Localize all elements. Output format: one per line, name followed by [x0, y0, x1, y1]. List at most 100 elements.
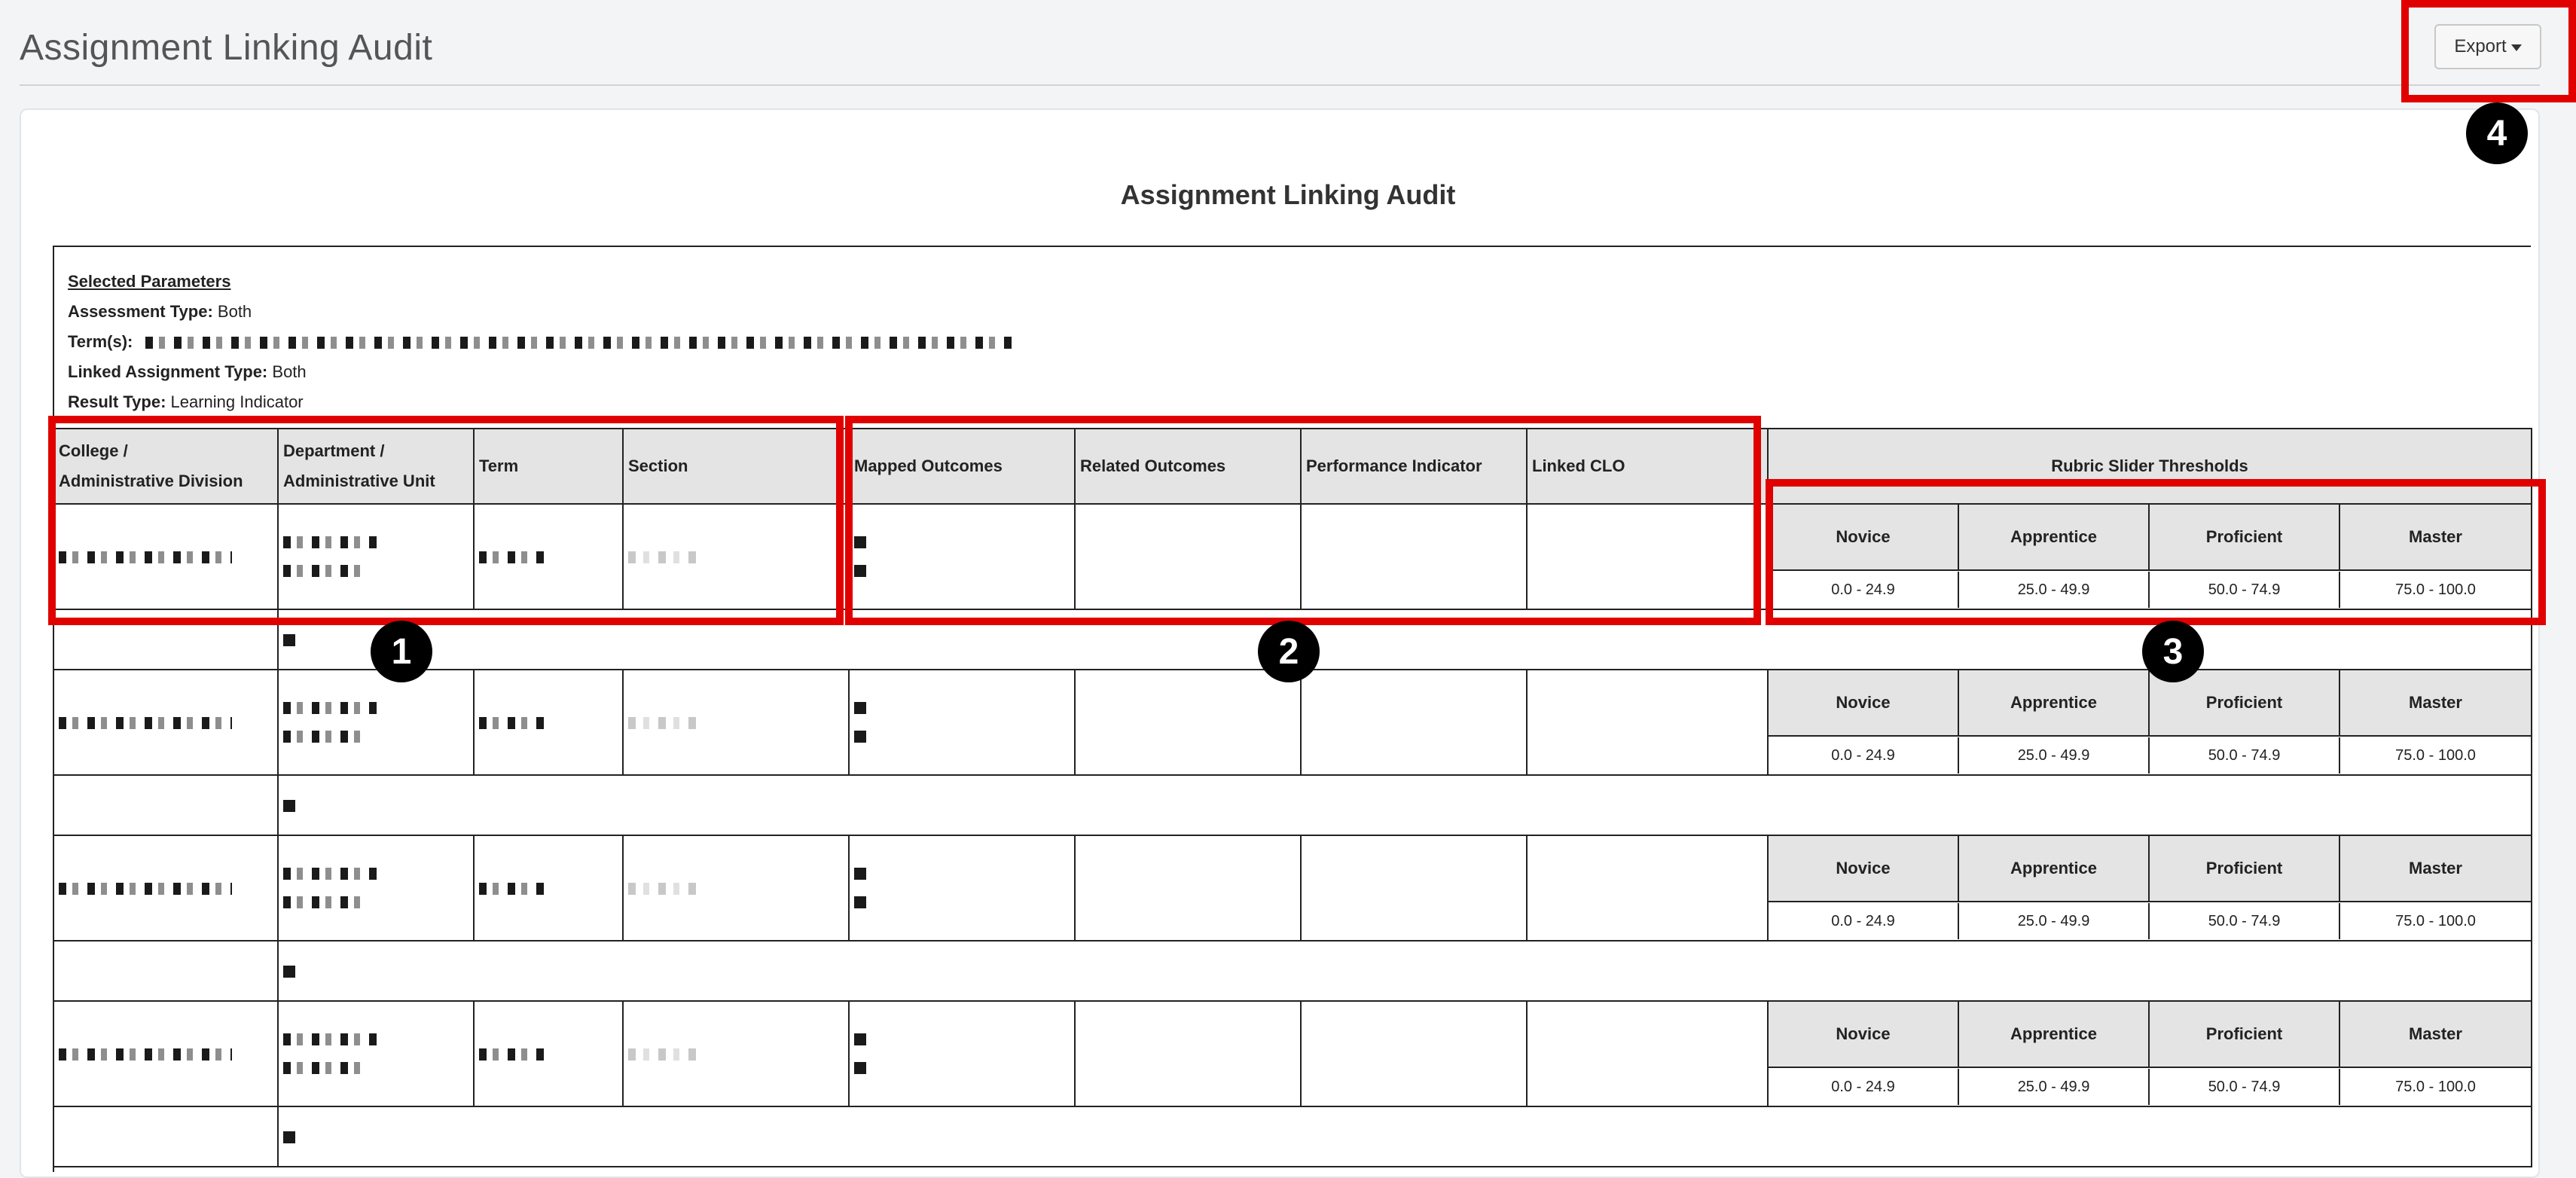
linked-clo-cell [1526, 1000, 1769, 1107]
term-cell [473, 1000, 624, 1107]
linked-assignment-type-label: Linked Assignment Type: [68, 362, 268, 381]
subrow-detail [277, 774, 2532, 836]
related-outcomes-cell [1074, 669, 1302, 776]
selected-parameters: Selected Parameters Assessment Type: Bot… [68, 267, 1012, 417]
department-cell [277, 1000, 475, 1107]
section-cell [622, 503, 850, 610]
table-subrow [53, 940, 2532, 1002]
threshold-range: 0.0 - 24.9 [1769, 903, 1959, 939]
threshold-label: Master [2340, 1002, 2531, 1068]
threshold-range: 0.0 - 24.9 [1769, 572, 1959, 608]
threshold-label: Novice [1769, 1002, 1959, 1068]
page-title: Assignment Linking Audit [20, 28, 433, 68]
table-row: Novice Apprentice Proficient Master 0.0 … [53, 1000, 2532, 1107]
threshold-range: 0.0 - 24.9 [1769, 737, 1959, 774]
threshold-range: 50.0 - 74.9 [2150, 737, 2340, 774]
threshold-label: Apprentice [1959, 505, 2150, 571]
threshold-label: Apprentice [1959, 1002, 2150, 1068]
threshold-range: 75.0 - 100.0 [2395, 1078, 2476, 1095]
caret-down-icon [2510, 44, 2522, 51]
col-college: College / Administrative Division [53, 428, 279, 505]
department-cell [277, 835, 475, 941]
term-cell [473, 503, 624, 610]
threshold-range: 75.0 - 100.0 [2395, 746, 2476, 764]
report-title: Assignment Linking Audit [1120, 179, 1456, 210]
terms-redacted [145, 337, 1012, 349]
subrow-detail [277, 940, 2532, 1002]
section-cell [622, 835, 850, 941]
threshold-label: Apprentice [1959, 670, 2150, 737]
assessment-type-value: Both [217, 302, 252, 321]
thresholds-cell: Novice Apprentice Proficient Master 0.0 … [1767, 669, 2532, 776]
department-cell [277, 669, 475, 776]
thresholds-cell: Novice Apprentice Proficient Master 0.0 … [1767, 503, 2532, 610]
params-heading: Selected Parameters [68, 272, 231, 291]
annotation-badge-1: 1 [371, 621, 432, 682]
performance-indicator-cell [1300, 503, 1528, 610]
related-outcomes-cell [1074, 503, 1302, 610]
college-cell [53, 835, 279, 941]
threshold-range: 25.0 - 49.9 [1959, 737, 2150, 774]
threshold-range: 75.0 - 100.0 [2395, 581, 2476, 598]
threshold-range: 50.0 - 74.9 [2150, 572, 2340, 608]
linked-clo-cell [1526, 669, 1769, 776]
export-label: Export [2454, 36, 2507, 56]
annotation-badge-2: 2 [1258, 621, 1320, 682]
threshold-range: 25.0 - 49.9 [1959, 572, 2150, 608]
annotation-badge-3: 3 [2142, 621, 2204, 682]
term-cell [473, 669, 624, 776]
threshold-label: Apprentice [1959, 836, 2150, 902]
threshold-label: Novice [1769, 836, 1959, 902]
col-section: Section [622, 428, 850, 505]
page-header: Assignment Linking Audit [20, 23, 2540, 86]
col-term: Term [473, 428, 624, 505]
table-subrow [53, 1106, 2532, 1167]
subrow-detail [277, 1106, 2532, 1167]
college-cell [53, 1000, 279, 1107]
col-department: Department / Administrative Unit [277, 428, 475, 505]
threshold-label: Novice [1769, 670, 1959, 737]
linked-clo-cell [1526, 503, 1769, 610]
assessment-type-label: Assessment Type: [68, 302, 213, 321]
section-cell [622, 669, 850, 776]
terms-label: Term(s): [68, 332, 133, 351]
col-related-outcomes: Related Outcomes [1074, 428, 1302, 505]
threshold-label: Novice [1769, 505, 1959, 571]
linked-assignment-type-value: Both [272, 362, 307, 381]
mapped-outcomes-cell [848, 835, 1076, 941]
thresholds-cell: Novice Apprentice Proficient Master 0.0 … [1767, 1000, 2532, 1107]
performance-indicator-cell [1300, 1000, 1528, 1107]
mapped-outcomes-cell [848, 1000, 1076, 1107]
threshold-label: Proficient [2150, 1002, 2340, 1068]
department-cell [277, 503, 475, 610]
threshold-range: 75.0 - 100.0 [2395, 912, 2476, 929]
col-rubric-thresholds: Rubric Slider Thresholds [1767, 428, 2532, 505]
performance-indicator-cell [1300, 669, 1528, 776]
annotation-badge-4: 4 [2466, 102, 2528, 164]
threshold-range: 25.0 - 49.9 [1959, 1069, 2150, 1105]
section-cell [622, 1000, 850, 1107]
threshold-label: Proficient [2150, 505, 2340, 571]
performance-indicator-cell [1300, 835, 1528, 941]
threshold-range: 25.0 - 49.9 [1959, 903, 2150, 939]
linked-clo-cell [1526, 835, 1769, 941]
threshold-range: 0.0 - 24.9 [1769, 1069, 1959, 1105]
col-performance-indicator: Performance Indicator [1300, 428, 1528, 505]
threshold-label: Master [2340, 836, 2531, 902]
col-linked-clo: Linked CLO [1526, 428, 1769, 505]
table-header-row: College / Administrative Division Departm… [53, 428, 2532, 505]
college-cell [53, 669, 279, 776]
threshold-label: Master [2340, 505, 2531, 571]
college-cell [53, 503, 279, 610]
threshold-label: Proficient [2150, 836, 2340, 902]
result-type-value: Learning Indicator [170, 392, 304, 411]
thresholds-cell: Novice Apprentice Proficient Master 0.0 … [1767, 835, 2532, 941]
term-cell [473, 835, 624, 941]
audit-table: College / Administrative Division Departm… [53, 428, 2532, 1167]
table-row: Novice Apprentice Proficient Master 0.0 … [53, 835, 2532, 941]
threshold-label: Master [2340, 670, 2531, 737]
mapped-outcomes-cell [848, 669, 1076, 776]
export-button[interactable]: Export [2434, 24, 2541, 69]
table-row: Novice Apprentice Proficient Master 0.0 … [53, 669, 2532, 776]
threshold-range: 50.0 - 74.9 [2150, 1069, 2340, 1105]
